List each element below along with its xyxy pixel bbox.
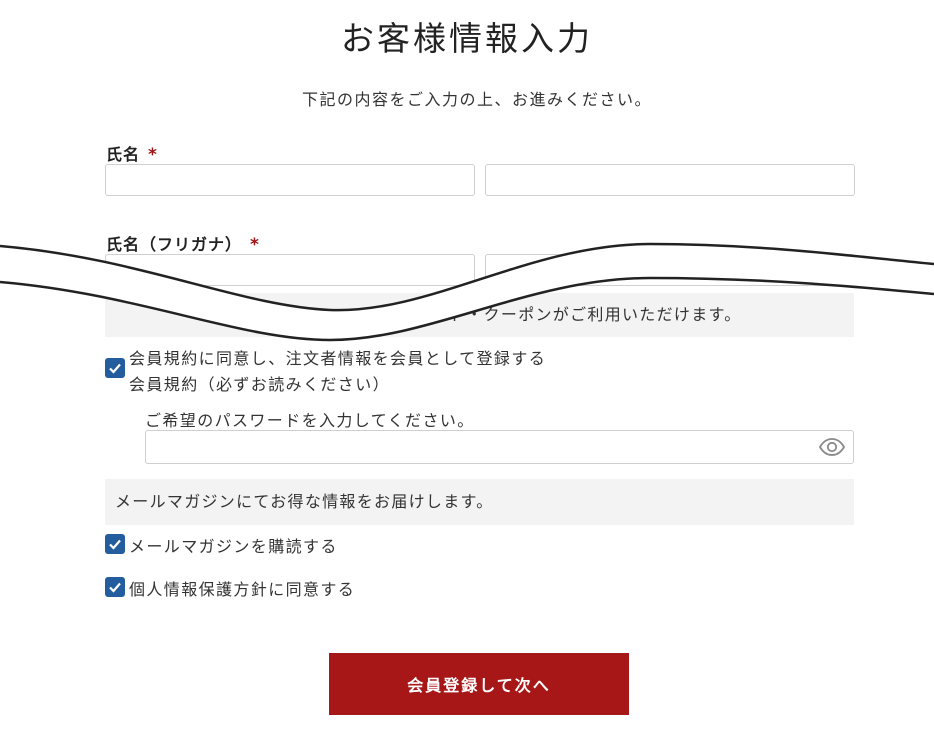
- name-label: 氏名 *: [106, 141, 158, 165]
- register-member-label[interactable]: 会員規約に同意し、注文者情報を会員として登録する: [129, 345, 546, 369]
- checkmark-icon: [109, 539, 121, 550]
- name-label-text: 氏名: [106, 145, 141, 164]
- privacy-label[interactable]: 個人情報保護方針に同意する: [129, 576, 355, 600]
- newsletter-checkbox[interactable]: [105, 534, 125, 554]
- password-input[interactable]: [145, 430, 854, 464]
- required-mark: *: [148, 145, 158, 165]
- register-member-checkbox[interactable]: [105, 358, 125, 378]
- page-subtitle: 下記の内容をご入力の上、お進みください。: [301, 90, 652, 109]
- newsletter-label[interactable]: メールマガジンを購読する: [129, 533, 338, 557]
- eye-icon[interactable]: [819, 437, 845, 457]
- page-cut-divider: [0, 242, 934, 342]
- checkmark-icon: [109, 582, 121, 593]
- newsletter-notice: メールマガジンにてお得な情報をお届けします。: [105, 479, 854, 525]
- checkmark-icon: [109, 363, 121, 374]
- page-title: お客様情報入力: [341, 19, 593, 58]
- first-name-input[interactable]: [485, 164, 855, 196]
- last-name-input[interactable]: [105, 164, 475, 196]
- terms-link[interactable]: 会員規約（必ずお読みください）: [129, 371, 390, 395]
- privacy-checkbox[interactable]: [105, 577, 125, 597]
- password-label: ご希望のパスワードを入力してください。: [145, 411, 475, 430]
- register-next-button[interactable]: 会員登録して次へ: [329, 653, 629, 715]
